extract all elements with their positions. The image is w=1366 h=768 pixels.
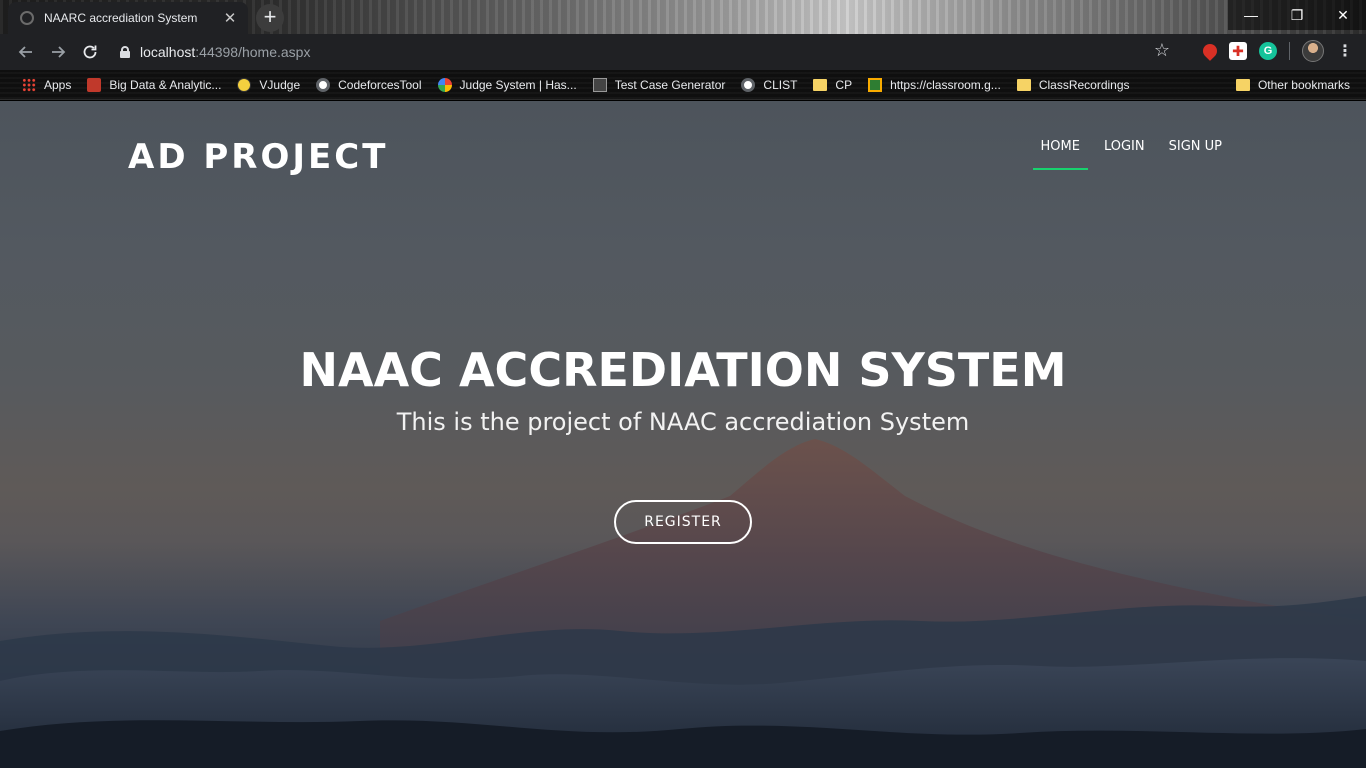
google-icon	[437, 77, 452, 92]
grammarly-icon[interactable]: G	[1259, 42, 1277, 60]
bookmark-classroom[interactable]: https://classroom.g...	[860, 73, 1009, 97]
bookmark-test-case-generator[interactable]: Test Case Generator	[585, 73, 734, 97]
globe-icon	[316, 77, 331, 92]
bookmark-label: ClassRecordings	[1038, 77, 1130, 92]
forward-button[interactable]	[42, 36, 74, 68]
hero-title: NAAC ACCREDIATION SYSTEM	[299, 343, 1067, 397]
browser-tab[interactable]: NAARC accrediation System ✕	[8, 2, 248, 34]
tab-title: NAARC accrediation System	[44, 11, 198, 25]
bookmark-label: VJudge	[259, 77, 301, 92]
kebab-menu-icon[interactable]: ⋮	[1336, 42, 1354, 60]
bookmark-judge-system[interactable]: Judge System | Has...	[430, 73, 585, 97]
folder-icon	[1016, 78, 1031, 91]
globe-icon	[741, 77, 756, 92]
url-text: localhost:44398/home.aspx	[140, 44, 310, 60]
nav-home-link[interactable]: HOME	[1032, 137, 1089, 170]
hero-subtitle: This is the project of NAAC accrediation…	[396, 408, 970, 436]
back-arrow-icon	[18, 46, 32, 58]
bookmark-big-data[interactable]: Big Data & Analytic...	[79, 73, 229, 97]
tab-loading-icon	[20, 11, 34, 25]
site-nav: HOME LOGIN SIGN UP	[1025, 137, 1230, 170]
bookmark-label: CP	[835, 77, 853, 92]
new-tab-button[interactable]: +	[256, 4, 284, 32]
bookmark-label: Big Data & Analytic...	[109, 77, 222, 92]
register-button[interactable]: REGISTER	[614, 500, 752, 544]
plus-extension-icon[interactable]: ✚	[1229, 42, 1247, 60]
reload-icon	[83, 45, 97, 59]
bookmark-label: Judge System | Has...	[459, 77, 577, 92]
other-bookmarks-label: Other bookmarks	[1257, 78, 1350, 92]
bookmark-label: Test Case Generator	[614, 77, 726, 92]
bookmark-clist[interactable]: CLIST	[733, 73, 805, 97]
web-page: AD PROJECT HOME LOGIN SIGN UP NAAC ACCRE…	[0, 101, 1366, 768]
bookmark-apps[interactable]: Apps	[14, 73, 79, 97]
minimize-button[interactable]: —	[1228, 0, 1274, 30]
bookmarks-bar: Apps Big Data & Analytic... VJudge Codef…	[0, 70, 1366, 100]
site-brand-logo[interactable]: AD PROJECT	[128, 137, 388, 177]
bookmark-vjudge[interactable]: VJudge	[229, 73, 308, 97]
vjudge-icon	[237, 77, 252, 92]
extensions-area: ✚ G ⋮	[1200, 40, 1354, 62]
apps-grid-icon	[22, 77, 36, 92]
bookmark-classrecordings-folder[interactable]: ClassRecordings	[1009, 73, 1138, 97]
bookmark-star-icon[interactable]: ☆	[1154, 40, 1170, 61]
bookmark-label: https://classroom.g...	[890, 77, 1001, 92]
window-titlebar: NAARC accrediation System ✕ + — ❐ ✕	[0, 0, 1366, 34]
bookmark-label: CodeforcesTool	[338, 77, 422, 92]
folder-icon	[813, 78, 828, 91]
other-bookmarks-folder[interactable]: Other bookmarks	[1228, 73, 1358, 97]
testcase-icon	[592, 77, 607, 92]
location-extension-icon[interactable]	[1200, 41, 1220, 61]
lock-icon[interactable]	[120, 46, 130, 58]
tab-close-icon[interactable]: ✕	[222, 9, 238, 27]
bookmark-codeforcestool[interactable]: CodeforcesTool	[308, 73, 429, 97]
forward-arrow-icon	[52, 46, 66, 58]
toolbar-divider	[1289, 42, 1290, 60]
folder-icon	[1235, 79, 1250, 91]
close-window-button[interactable]: ✕	[1320, 0, 1366, 30]
restore-button[interactable]: ❐	[1274, 0, 1320, 30]
bookmark-label: CLIST	[763, 77, 798, 92]
bookmark-cp-folder[interactable]: CP	[805, 73, 860, 97]
bigdata-icon	[87, 77, 102, 92]
nav-login-link[interactable]: LOGIN	[1096, 137, 1153, 170]
profile-avatar[interactable]	[1302, 40, 1324, 62]
bookmark-label: Apps	[44, 77, 72, 92]
address-bar[interactable]: localhost:44398/home.aspx ☆	[110, 38, 1180, 66]
browser-toolbar: localhost:44398/home.aspx ☆ ✚ G ⋮	[0, 34, 1366, 70]
url-host: localhost	[140, 44, 196, 60]
window-controls: — ❐ ✕	[1228, 0, 1366, 30]
url-path: :44398/home.aspx	[195, 44, 311, 60]
classroom-icon	[868, 77, 883, 92]
reload-button[interactable]	[74, 36, 106, 68]
nav-signup-link[interactable]: SIGN UP	[1161, 137, 1230, 170]
back-button[interactable]	[10, 36, 42, 68]
